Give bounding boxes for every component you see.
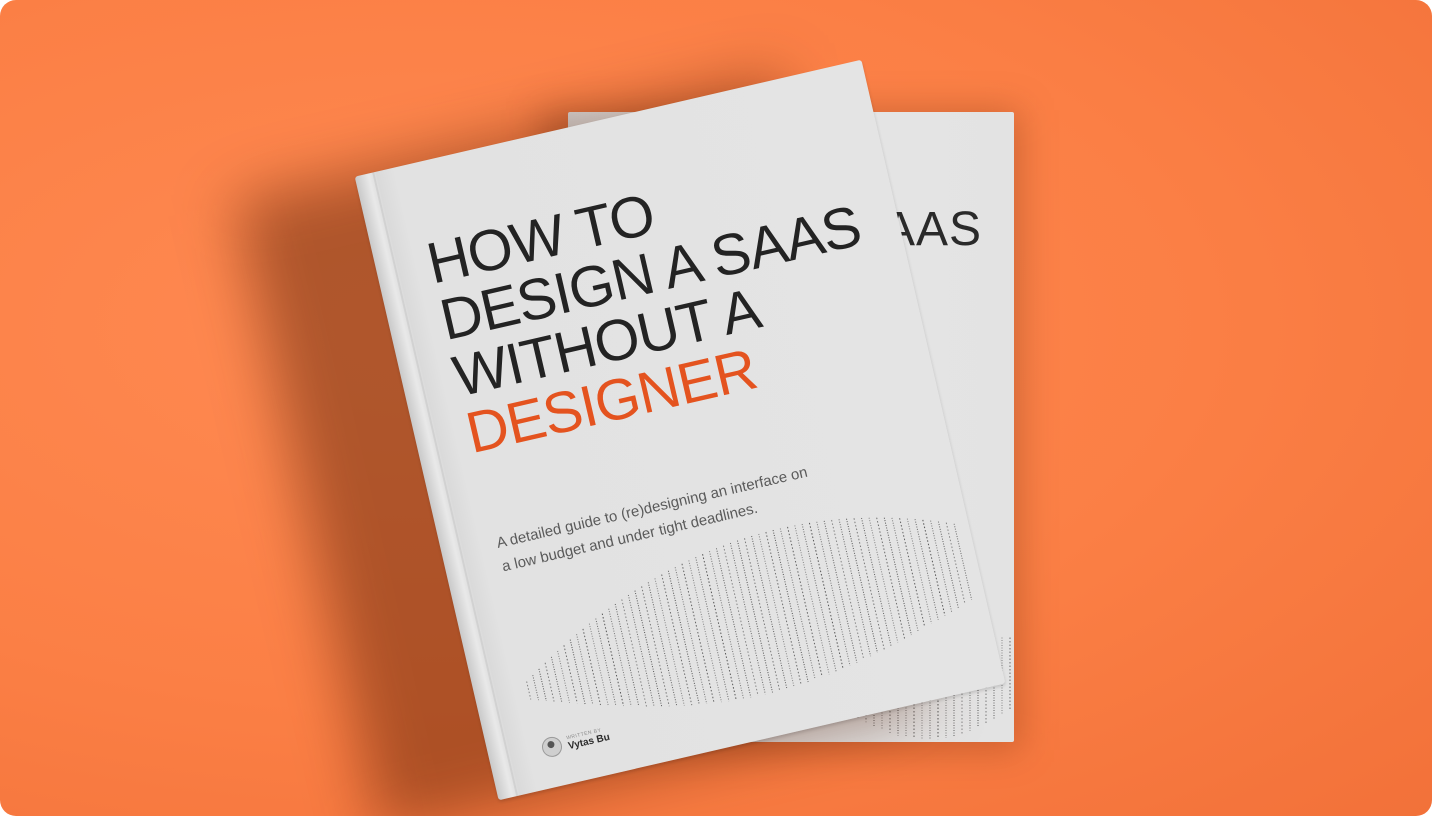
pattern-line	[715, 548, 752, 698]
pattern-line	[883, 517, 912, 636]
pattern-line	[681, 563, 715, 704]
pattern-line	[557, 650, 571, 703]
pattern-line	[674, 567, 708, 704]
pattern-line	[945, 522, 966, 604]
pattern-line	[576, 634, 594, 705]
pattern-line	[876, 517, 906, 639]
pattern-line	[647, 582, 678, 707]
pattern-line	[621, 599, 647, 707]
pattern-line	[914, 519, 939, 620]
pattern-line	[861, 517, 892, 647]
pattern-line	[751, 535, 788, 689]
pattern-line	[563, 645, 578, 704]
pattern-line	[838, 519, 872, 657]
pattern-line	[709, 551, 745, 699]
pattern-line	[853, 518, 885, 650]
pattern-line	[722, 545, 759, 696]
pattern-line	[667, 570, 700, 705]
pattern-line	[544, 662, 555, 702]
pattern-line	[736, 540, 774, 693]
pattern-line	[744, 538, 781, 691]
pattern-line	[801, 523, 837, 672]
pattern-line	[808, 522, 844, 669]
pattern-line	[787, 526, 823, 678]
pattern-line	[526, 681, 532, 700]
pattern-line	[702, 554, 737, 701]
pattern-line	[532, 674, 540, 701]
book-title: HOW TO DESIGN A SAAS WITHOUT A DESIGNER	[421, 141, 892, 466]
pattern-line	[899, 518, 926, 628]
pattern-line	[641, 586, 670, 707]
pattern-line	[868, 517, 899, 643]
pattern-line	[661, 574, 693, 706]
pattern-line	[729, 542, 766, 695]
pattern-line	[937, 521, 959, 608]
author-avatar	[540, 734, 565, 759]
front-book-group: HOW TO DESIGN A SAAS WITHOUT A DESIGNER …	[0, 0, 1432, 816]
pattern-line	[758, 533, 795, 687]
background: SAAS HOW TO DESIGN A SAAS WITHOUT A DESI…	[0, 0, 1432, 816]
pattern-line	[906, 518, 933, 624]
pattern-line	[627, 594, 655, 707]
pattern-line	[614, 603, 640, 707]
pattern-line	[634, 590, 663, 707]
pattern-line	[538, 668, 547, 701]
pattern-line	[582, 628, 601, 706]
pattern-line	[595, 618, 617, 706]
pattern-line	[569, 639, 586, 705]
pattern-line	[765, 531, 802, 685]
pattern-line	[953, 523, 973, 600]
pattern-line	[588, 623, 609, 706]
pattern-line	[891, 517, 919, 632]
pattern-line	[772, 530, 809, 683]
pattern-line	[608, 608, 632, 707]
pattern-line	[654, 578, 685, 706]
pattern-line	[831, 519, 865, 660]
pattern-line	[846, 518, 878, 653]
pattern-line	[794, 525, 830, 675]
pattern-line	[816, 521, 851, 666]
pattern-line	[779, 528, 816, 680]
